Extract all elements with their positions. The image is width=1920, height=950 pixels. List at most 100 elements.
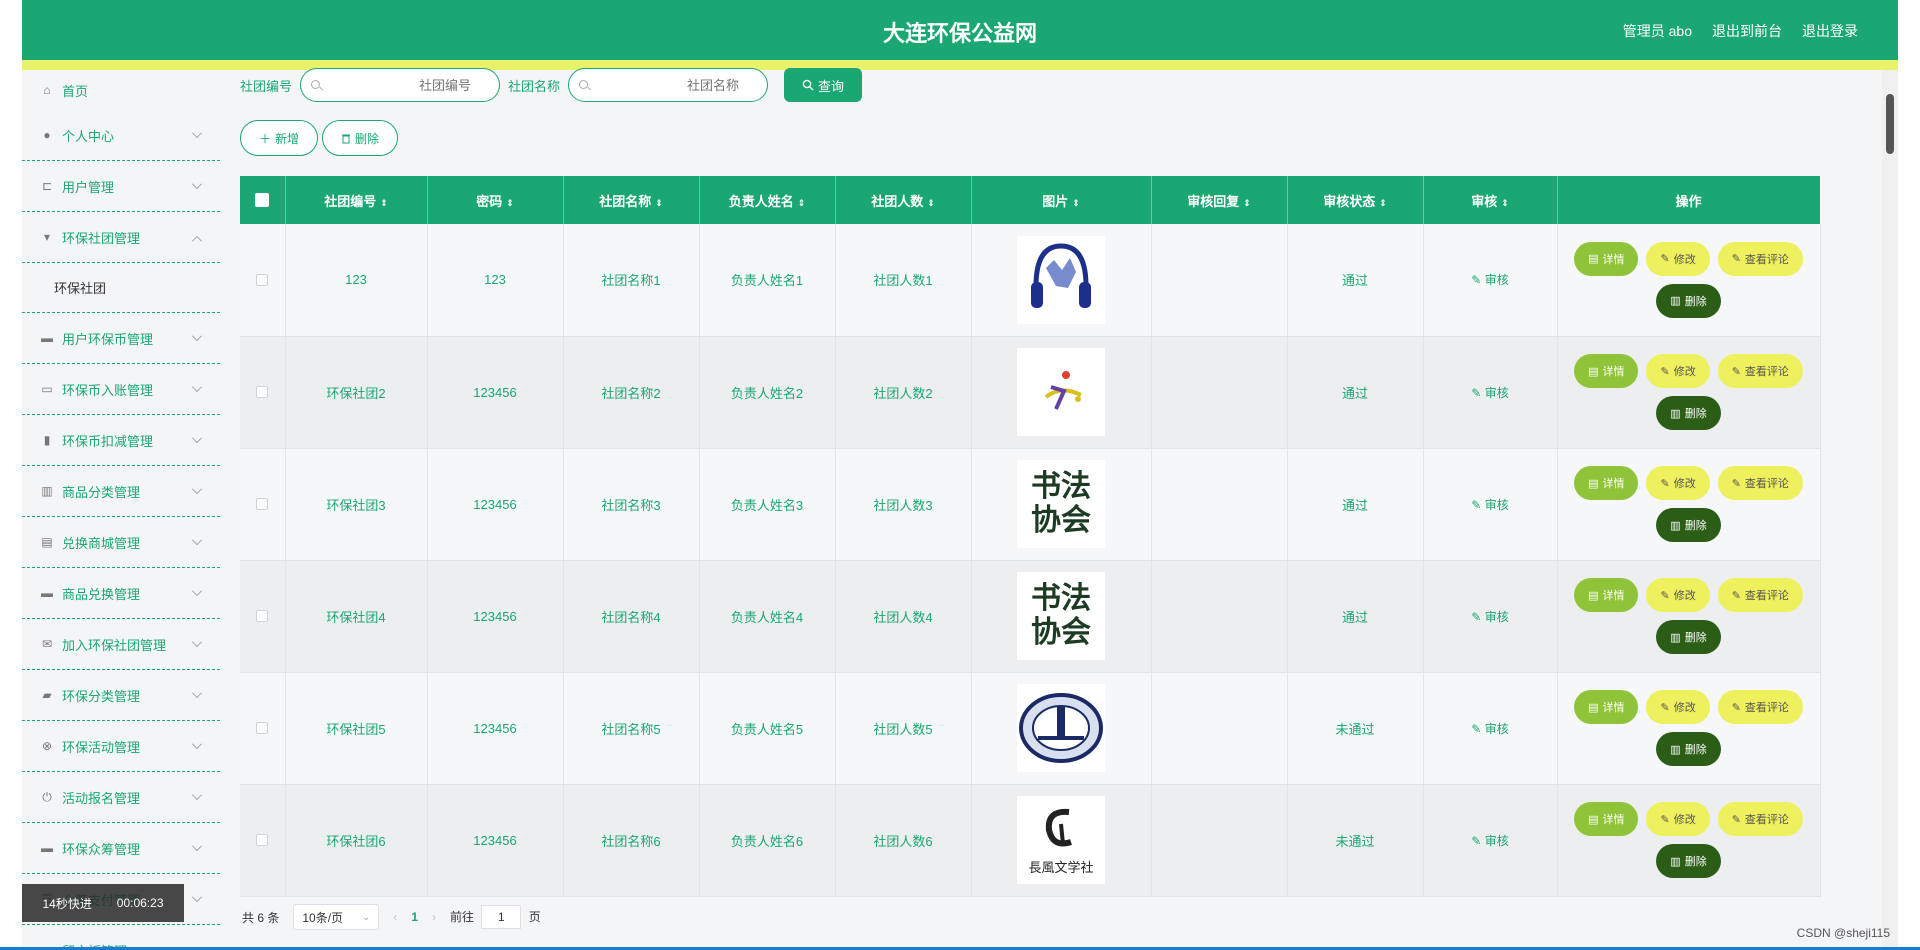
edit-button[interactable]: ✎ 修改 xyxy=(1646,802,1710,836)
select-all-checkbox[interactable] xyxy=(240,176,286,224)
column-header[interactable]: 审核 ⇕ xyxy=(1423,176,1558,224)
edit-button[interactable]: ✎ 修改 xyxy=(1646,354,1710,388)
sidebar-subitem-club[interactable]: 环保社团 xyxy=(22,263,220,313)
delete-button[interactable]: ▥ 删除 xyxy=(1656,396,1721,430)
edit-icon: ✎ xyxy=(1660,813,1670,826)
column-header[interactable]: 图片 ⇕ xyxy=(971,176,1152,224)
detail-button[interactable]: ▤ 详情 xyxy=(1574,354,1639,388)
sidebar-item[interactable]: ▰ 环保分类管理 xyxy=(22,670,220,721)
detail-label: 详情 xyxy=(1602,814,1625,826)
column-header[interactable]: 负责人姓名 ⇕ xyxy=(699,176,836,224)
edit-button[interactable]: ✎ 修改 xyxy=(1646,241,1710,276)
detail-button[interactable]: ▤ 详情 xyxy=(1574,578,1639,612)
row-checkbox[interactable] xyxy=(240,336,286,449)
chevron-down-icon xyxy=(192,128,202,138)
audit-link[interactable]: ✎ 审核 xyxy=(1471,273,1508,287)
edit-button[interactable]: ✎ 修改 xyxy=(1646,578,1710,612)
sidebar-item[interactable]: ⊏ 用户管理 xyxy=(22,161,220,212)
column-header[interactable]: 操作 xyxy=(1557,176,1821,224)
exit-to-front-link[interactable]: 退出到前台 xyxy=(1712,21,1782,41)
delete-button[interactable]: ▥ 删除 xyxy=(1656,732,1721,766)
column-header[interactable]: 社团名称 ⇕ xyxy=(563,176,700,224)
sidebar-item[interactable]: ▾ 环保社团管理 xyxy=(22,212,220,263)
delete-button[interactable]: ▥ 删除 xyxy=(1656,844,1721,878)
sidebar-item[interactable]: ● 个人中心 xyxy=(22,110,220,161)
detail-button[interactable]: ▤ 详情 xyxy=(1574,690,1639,724)
sort-icon[interactable]: ⇕ xyxy=(798,198,806,209)
view-comments-button[interactable]: ✎ 查看评论 xyxy=(1717,690,1803,724)
row-checkbox[interactable] xyxy=(240,560,286,673)
detail-button[interactable]: ▤ 详情 xyxy=(1574,802,1639,836)
edit-icon: ✎ xyxy=(1471,609,1485,624)
sort-icon[interactable]: ⇕ xyxy=(380,198,388,209)
audit-link[interactable]: ✎ 审核 xyxy=(1471,386,1508,400)
sort-icon[interactable]: ⇕ xyxy=(1072,198,1080,209)
trash-icon: ▥ xyxy=(1670,519,1681,532)
add-button[interactable]: ＋ 新增 xyxy=(240,120,319,156)
delete-button[interactable]: ▥ 删除 xyxy=(1656,283,1721,318)
sort-icon[interactable]: ⇕ xyxy=(506,198,514,209)
sidebar-item[interactable]: ▥ 商品分类管理 xyxy=(22,466,220,517)
detail-button[interactable]: ▤ 详情 xyxy=(1574,466,1639,500)
audit-link[interactable]: ✎ 审核 xyxy=(1471,722,1508,736)
club-image: 书法协会 xyxy=(1017,572,1105,660)
current-page[interactable]: 1 xyxy=(411,910,418,924)
edit-button[interactable]: ✎ 修改 xyxy=(1646,466,1710,500)
view-comments-button[interactable]: ✎ 查看评论 xyxy=(1717,466,1803,500)
edit-label: 修改 xyxy=(1673,366,1696,378)
column-header[interactable]: 密码 ⇕ xyxy=(427,176,564,224)
row-checkbox[interactable] xyxy=(240,672,286,785)
sidebar-item[interactable]: ⊗ 环保活动管理 xyxy=(22,721,220,772)
next-page-button[interactable]: › xyxy=(432,910,436,924)
column-header[interactable]: 审核回复 ⇕ xyxy=(1151,176,1288,224)
detail-button[interactable]: ▤ 详情 xyxy=(1574,241,1639,276)
club-name-input[interactable] xyxy=(569,77,768,93)
delete-button[interactable]: ▥ 删除 xyxy=(1656,620,1721,654)
batch-delete-button[interactable]: 删除 xyxy=(322,120,399,156)
timer-time: 00:06:23 xyxy=(116,896,164,910)
club-table: 社团编号 ⇕ 密码 ⇕ 社团名称 ⇕ 负责人姓名 ⇕ 社团人数 ⇕ 图片 ⇕ 审核回复 ⇕ 审核状态 ⇕ 审核 ⇕… xyxy=(240,176,1821,897)
view-comments-button[interactable]: ✎ 查看评论 xyxy=(1717,802,1803,836)
sort-icon[interactable]: ⇕ xyxy=(1243,198,1251,209)
view-comments-button[interactable]: ✎ 查看评论 xyxy=(1717,578,1803,612)
sidebar-item[interactable]: ▤ 兑换商城管理 xyxy=(22,517,220,568)
club-id-input[interactable] xyxy=(301,77,500,93)
crop-icon: ⊏ xyxy=(41,179,53,193)
audit-link[interactable]: ✎ 审核 xyxy=(1471,610,1508,624)
column-header[interactable]: 审核状态 ⇕ xyxy=(1287,176,1424,224)
logout-link[interactable]: 退出登录 xyxy=(1802,21,1858,41)
query-button[interactable]: 查询 xyxy=(784,68,863,102)
sort-icon[interactable]: ⇕ xyxy=(927,198,935,209)
audit-link[interactable]: ✎ 审核 xyxy=(1471,834,1508,848)
view-comments-button[interactable]: ✎ 查看评论 xyxy=(1717,241,1803,276)
row-checkbox[interactable] xyxy=(240,224,286,337)
view-comments-button[interactable]: ✎ 查看评论 xyxy=(1717,354,1803,388)
sidebar-item[interactable]: ✉ 加入环保社团管理 xyxy=(22,619,220,670)
sort-icon[interactable]: ⇕ xyxy=(1501,198,1509,209)
chart-icon: ▤ xyxy=(41,535,53,549)
sort-icon[interactable]: ⇕ xyxy=(655,198,663,209)
column-header[interactable]: 社团人数 ⇕ xyxy=(835,176,972,224)
edit-button[interactable]: ✎ 修改 xyxy=(1646,690,1710,724)
club-id-search-field[interactable] xyxy=(300,68,501,102)
goto-page-input[interactable]: 1 xyxy=(481,905,522,929)
row-checkbox[interactable] xyxy=(240,784,286,897)
sidebar-item[interactable]: ▬ 用户环保币管理 xyxy=(22,313,220,364)
sidebar-item[interactable]: ⌂ 首页 xyxy=(22,70,220,110)
column-header[interactable]: 社团编号 ⇕ xyxy=(285,176,428,224)
sidebar-item[interactable]: ⏻ 活动报名管理 xyxy=(22,772,220,823)
sidebar-item[interactable]: ▬ 商品兑换管理 xyxy=(22,568,220,619)
sort-icon[interactable]: ⇕ xyxy=(1379,198,1387,209)
row-checkbox[interactable] xyxy=(240,448,286,561)
sidebar-item[interactable]: ▭ 环保币入账管理 xyxy=(22,364,220,415)
audit-link[interactable]: ✎ 审核 xyxy=(1471,498,1508,512)
sidebar-item[interactable]: ▮ 环保币扣减管理 xyxy=(22,415,220,466)
sidebar-item[interactable]: ▬ 环保众筹管理 xyxy=(22,823,220,874)
club-name-search-field[interactable] xyxy=(568,68,769,102)
cell-count: 社团人数3 xyxy=(835,448,972,561)
delete-button[interactable]: ▥ 删除 xyxy=(1656,508,1721,542)
prev-page-button[interactable]: ‹ xyxy=(393,910,397,924)
detail-label: 详情 xyxy=(1602,590,1625,602)
page-size-select[interactable]: 10条/页 ⌄ xyxy=(293,904,380,930)
page-scrollbar[interactable] xyxy=(1882,70,1898,950)
